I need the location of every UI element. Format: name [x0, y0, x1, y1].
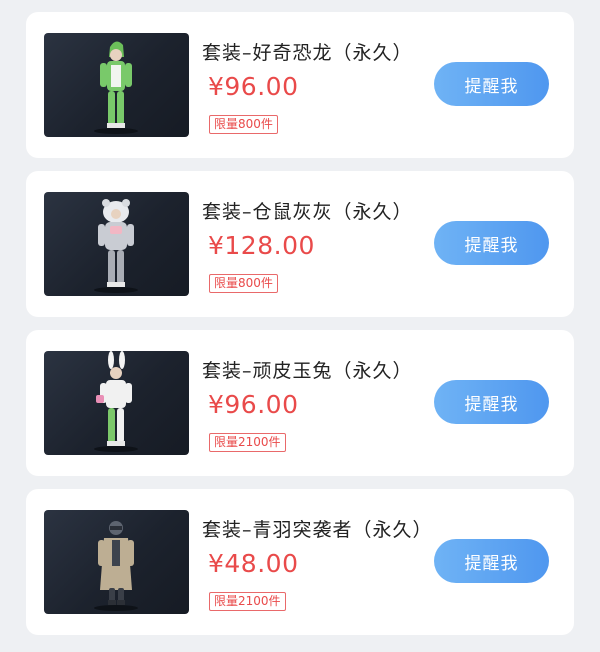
- remind-me-button[interactable]: 提醒我: [434, 221, 549, 265]
- product-name: 套装–顽皮玉兔（永久）: [202, 360, 413, 382]
- product-price: ¥48.00: [208, 549, 299, 578]
- remind-me-button[interactable]: 提醒我: [434, 62, 549, 106]
- limit-badge: 限量2100件: [209, 592, 286, 611]
- product-price: ¥96.00: [208, 72, 299, 101]
- product-name: 套装–仓鼠灰灰（永久）: [202, 201, 413, 223]
- limit-badge: 限量800件: [209, 274, 278, 293]
- outfit-image-raider: [44, 510, 189, 614]
- remind-me-button[interactable]: 提醒我: [434, 380, 549, 424]
- product-card: 套装–好奇恐龙（永久） ¥96.00 限量800件 提醒我: [26, 12, 574, 158]
- product-card: 套装–顽皮玉兔（永久） ¥96.00 限量2100件 提醒我: [26, 330, 574, 476]
- outfit-image-dinosaur: [44, 33, 189, 137]
- remind-me-button[interactable]: 提醒我: [434, 539, 549, 583]
- outfit-image-bunny: [44, 351, 189, 455]
- product-card: 套装–仓鼠灰灰（永久） ¥128.00 限量800件 提醒我: [26, 171, 574, 317]
- product-card: 套装–青羽突袭者（永久） ¥48.00 限量2100件 提醒我: [26, 489, 574, 635]
- limit-badge: 限量2100件: [209, 433, 286, 452]
- limit-badge: 限量800件: [209, 115, 278, 134]
- product-name: 套装–青羽突袭者（永久）: [202, 519, 433, 541]
- outfit-image-hamster: [44, 192, 189, 296]
- product-name: 套装–好奇恐龙（永久）: [202, 42, 413, 64]
- product-price: ¥128.00: [208, 231, 315, 260]
- bunny-costume-icon: [94, 351, 138, 452]
- product-list: 套装–好奇恐龙（永久） ¥96.00 限量800件 提醒我 套装–仓鼠灰灰（永久…: [0, 0, 600, 652]
- raider-coat-icon: [94, 521, 138, 611]
- dinosaur-costume-icon: [94, 41, 138, 134]
- hamster-costume-icon: [94, 199, 138, 293]
- product-price: ¥96.00: [208, 390, 299, 419]
